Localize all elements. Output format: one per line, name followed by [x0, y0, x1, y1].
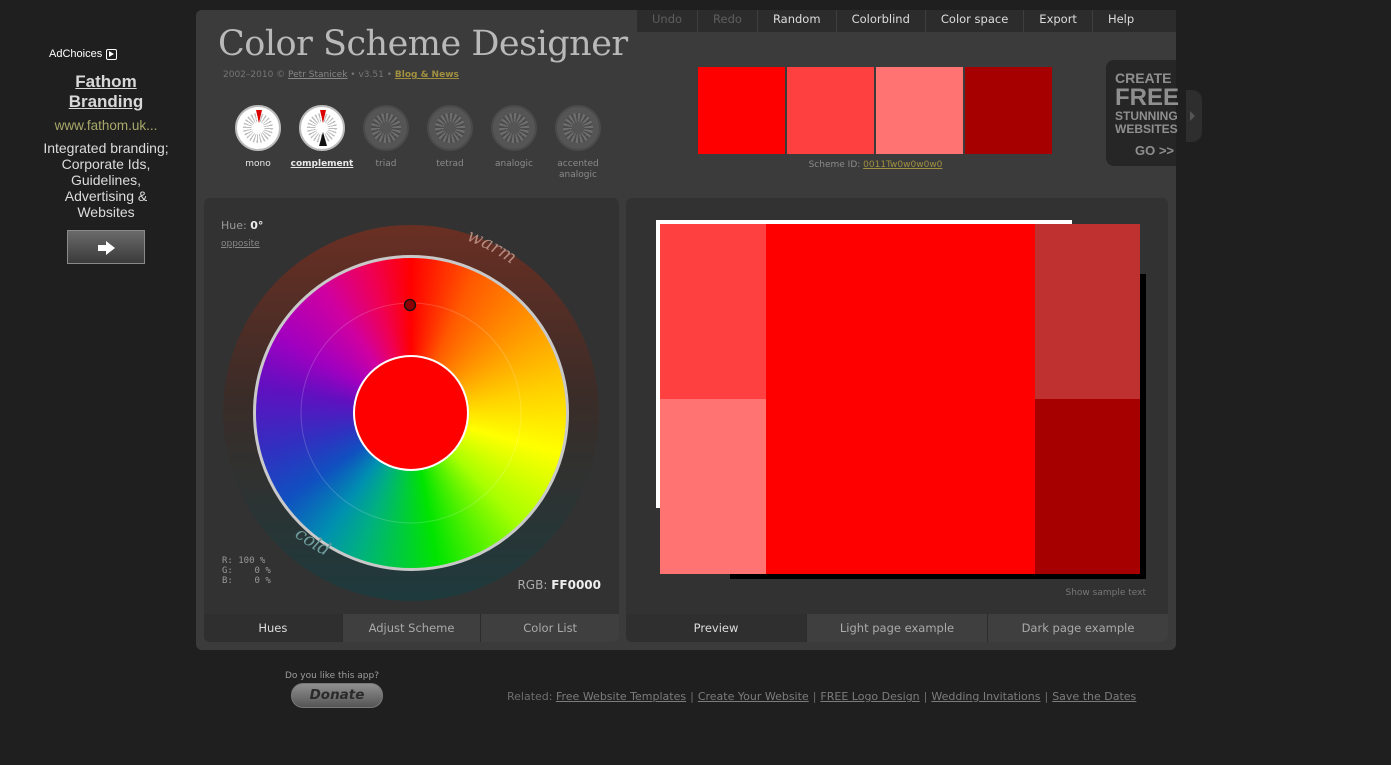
mode-tetrad[interactable]: tetrad — [418, 105, 482, 181]
arrow-right-icon[interactable] — [67, 230, 145, 264]
menu-export[interactable]: Export — [1024, 10, 1093, 32]
mode-accented-analogic[interactable]: accented analogic — [546, 105, 610, 181]
mode-label: triad — [375, 159, 397, 169]
version-text: • v3.51 • — [347, 70, 395, 80]
preview-block-dark1 — [1035, 224, 1140, 399]
ad-url[interactable]: www.fathom.uk... — [40, 118, 172, 133]
wheel-tabs: Hues Adjust Scheme Color List — [204, 614, 619, 642]
color-wheel[interactable]: warm cold — [204, 198, 619, 618]
rgb-value: FF0000 — [551, 578, 601, 592]
menu-help[interactable]: Help — [1093, 10, 1149, 32]
tab-color-list[interactable]: Color List — [480, 614, 619, 642]
menu-colorblind[interactable]: Colorblind — [837, 10, 926, 32]
related-link[interactable]: Create Your Website — [698, 690, 809, 703]
promo-line4: WEBSITES — [1115, 122, 1178, 136]
app-title: Color Scheme Designer — [218, 24, 628, 64]
show-sample-text-link[interactable]: Show sample text — [1066, 588, 1147, 598]
app-panel: Undo Redo Random Colorblind Color space … — [196, 10, 1202, 650]
mode-triad[interactable]: triad — [354, 105, 418, 181]
menu-redo[interactable]: Redo — [698, 10, 758, 32]
swatch-light[interactable] — [787, 67, 874, 154]
menu-color-space[interactable]: Color space — [926, 10, 1025, 32]
tab-dark-page-example[interactable]: Dark page example — [987, 614, 1168, 642]
credits: 2002–2010 © Petr Stanicek • v3.51 • Blog… — [223, 70, 459, 80]
preview-panel: Show sample text Preview Light page exam… — [626, 198, 1168, 642]
mode-complement[interactable]: complement — [290, 105, 354, 181]
tetrad-dial-icon — [427, 105, 473, 151]
related-label: Related: — [507, 690, 556, 703]
scheme-id-link[interactable]: 0011Tw0w0w0w0 — [863, 160, 942, 170]
selected-color-disc — [355, 357, 467, 469]
preview-block-light1 — [660, 224, 766, 399]
adchoices-link[interactable]: AdChoices — [40, 48, 172, 60]
mode-mono[interactable]: mono — [226, 105, 290, 181]
related-link[interactable]: FREE Logo Design — [820, 690, 919, 703]
related-link[interactable]: Wedding Invitations — [931, 690, 1040, 703]
donate-button[interactable]: Donate — [291, 683, 383, 708]
swatch-primary[interactable] — [698, 67, 785, 154]
rgb-percent-readout: R: 100 % G: 0 % B: 0 % — [222, 556, 271, 586]
rgb-label: RGB: — [517, 578, 552, 592]
hue-readout: Hue: 0° — [221, 219, 263, 232]
tab-hues[interactable]: Hues — [204, 614, 342, 642]
adchoices-label: AdChoices — [49, 48, 103, 60]
rgb-hex-readout: RGB: FF0000 — [517, 578, 601, 592]
chevron-right-icon[interactable] — [1186, 90, 1202, 142]
promo-line2: FREE — [1115, 84, 1180, 111]
hue-label: Hue: — [221, 219, 251, 232]
scheme-modes: mono complement triad tetrad analogic ac… — [226, 105, 610, 181]
triad-dial-icon — [363, 105, 409, 151]
tab-preview[interactable]: Preview — [626, 614, 806, 642]
promo-banner[interactable]: CREATE FREE STUNNING WEBSITES GO >> — [1106, 60, 1180, 166]
blog-link[interactable]: Blog & News — [395, 70, 459, 80]
related-links: Related: Free Website Templates | Create Y… — [507, 690, 1137, 703]
mode-label: mono — [245, 159, 271, 169]
promo-cta[interactable]: GO >> — [1115, 143, 1176, 158]
analogic-dial-icon — [491, 105, 537, 151]
credits-prefix: 2002–2010 © — [223, 70, 289, 80]
preview-block-light2 — [660, 399, 766, 574]
mode-label: tetrad — [436, 159, 464, 169]
author-link[interactable]: Petr Stanicek — [288, 70, 347, 80]
hue-value: 0° — [250, 219, 264, 232]
hue-wheel-panel: warm cold Hue: 0° opposite R: 100 % G: 0… — [204, 198, 619, 642]
swatch-dark[interactable] — [965, 67, 1052, 154]
related-link[interactable]: Save the Dates — [1052, 690, 1136, 703]
tab-adjust-scheme[interactable]: Adjust Scheme — [341, 614, 481, 642]
adchoices-icon — [106, 48, 118, 60]
scheme-id-label: Scheme ID: — [808, 160, 864, 170]
preview-block-dark2 — [1035, 399, 1140, 574]
menu-bar: Undo Redo Random Colorblind Color space … — [637, 10, 1176, 32]
mode-analogic[interactable]: analogic — [482, 105, 546, 181]
opposite-link[interactable]: opposite — [221, 239, 260, 249]
preview-block-main — [766, 224, 1035, 574]
preview-tabs: Preview Light page example Dark page exa… — [626, 614, 1168, 642]
preview-area — [660, 224, 1140, 574]
ad-banner: AdChoices Fathom Branding www.fathom.uk.… — [40, 48, 172, 264]
ad-description: Integrated branding; Corporate Ids, Guid… — [43, 140, 169, 220]
accented-analogic-dial-icon — [555, 105, 601, 151]
mode-label: accented analogic — [557, 159, 599, 180]
scheme-id: Scheme ID: 0011Tw0w0w0w0 — [698, 160, 1053, 170]
tab-light-page-example[interactable]: Light page example — [806, 614, 987, 642]
mode-label: complement — [290, 159, 354, 169]
swatch-lighter[interactable] — [876, 67, 963, 154]
donate-question: Do you like this app? — [285, 671, 379, 681]
scheme-swatches — [698, 67, 1052, 154]
menu-random[interactable]: Random — [758, 10, 837, 32]
related-link[interactable]: Free Website Templates — [556, 690, 686, 703]
ad-title-link[interactable]: Fathom Branding — [40, 72, 172, 112]
hue-picker-handle[interactable] — [403, 298, 417, 312]
mode-label: analogic — [495, 159, 533, 169]
complement-dial-icon — [299, 105, 345, 151]
menu-undo[interactable]: Undo — [637, 10, 699, 32]
mono-dial-icon — [235, 105, 281, 151]
